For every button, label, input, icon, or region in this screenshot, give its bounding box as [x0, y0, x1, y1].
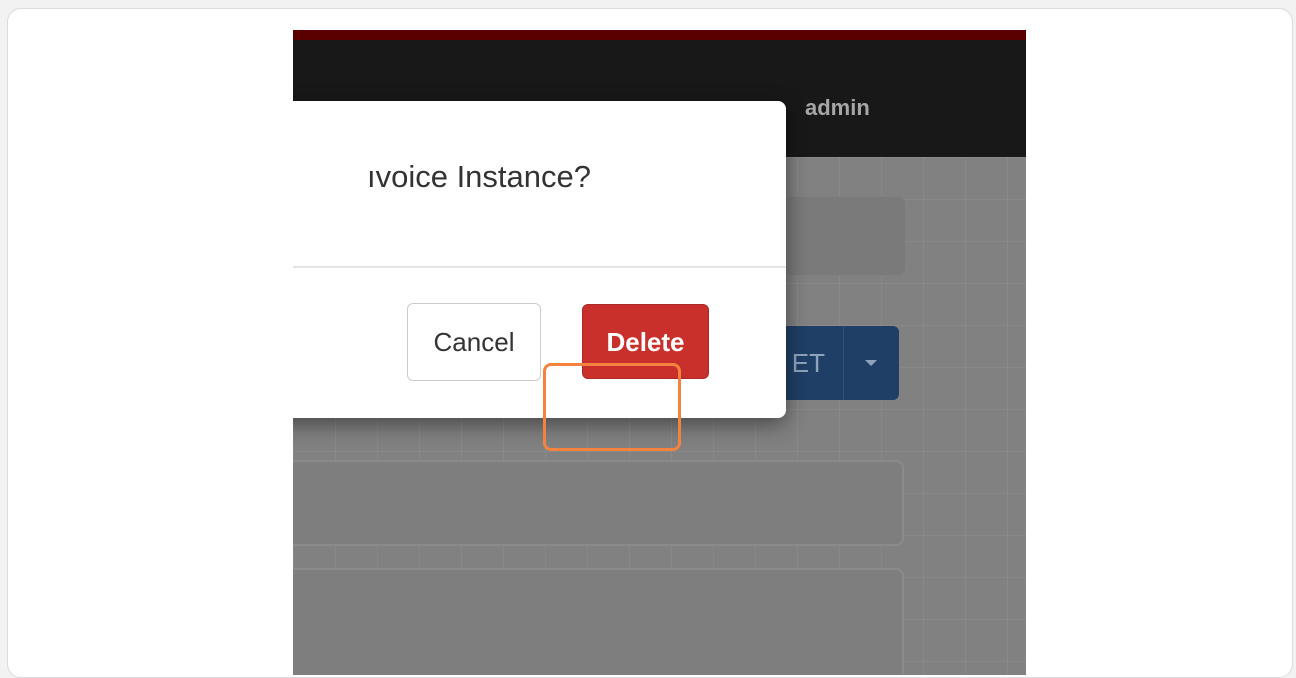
background-input-field[interactable]: [293, 460, 904, 546]
delete-button[interactable]: Delete: [582, 304, 709, 379]
cancel-button[interactable]: Cancel: [407, 303, 541, 381]
split-action-button[interactable]: ET: [773, 326, 899, 400]
top-accent-strip: [293, 30, 1026, 40]
dialog-title: ıvoice Instance?: [293, 159, 591, 195]
background-textarea[interactable]: [293, 568, 904, 675]
split-button-label: ET: [791, 348, 825, 378]
dialog-title-text: ıvoice Instance?: [366, 159, 591, 194]
confirm-delete-dialog: ıvoice Instance? Cancel Delete: [293, 101, 786, 451]
app-screenshot: admin ET ıvoice Instance? Cancel Delete: [293, 30, 1026, 675]
user-menu[interactable]: admin: [805, 95, 870, 121]
screenshot-frame: admin ET ıvoice Instance? Cancel Delete: [7, 8, 1293, 678]
dialog-divider: [293, 266, 786, 268]
chevron-down-icon[interactable]: [844, 326, 899, 400]
